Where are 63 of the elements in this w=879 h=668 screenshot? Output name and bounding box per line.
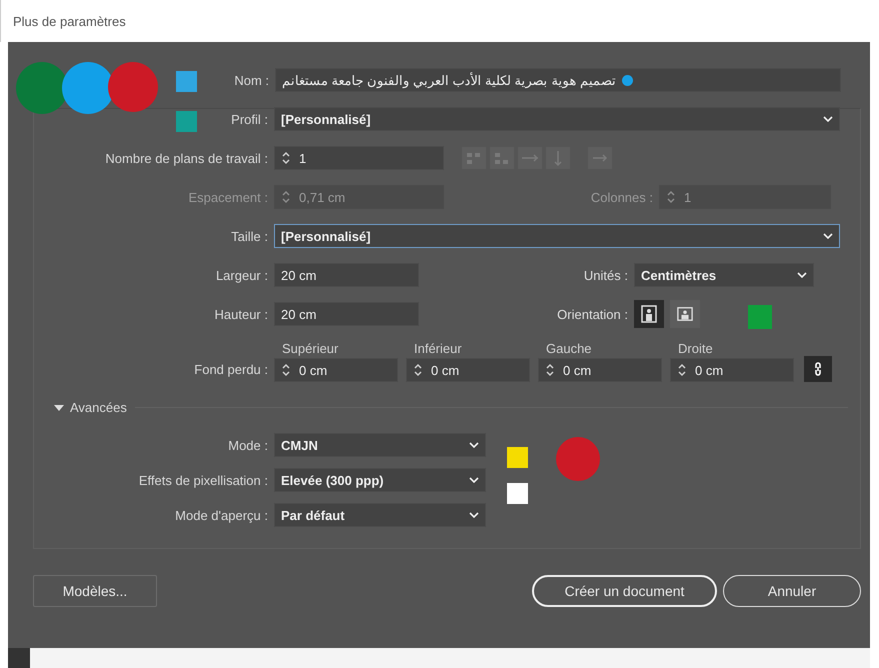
name-field[interactable]: تصميم هوية بصرية لكلية الأدب العربي والفنون جامعة مستغانم: [275, 68, 841, 92]
window-title: Plus de paramètres: [13, 14, 126, 28]
stepper-icon: [281, 150, 291, 166]
stepper-icon: [413, 362, 423, 378]
field-label: Orientation :: [556, 306, 629, 322]
field-label: Colonnes :: [590, 190, 654, 204]
field-caption: Supérieur: [281, 341, 340, 356]
arrow-right-icon[interactable]: [588, 147, 612, 169]
height-field[interactable]: 20 cm: [274, 302, 419, 326]
field-caption: Droite: [677, 341, 714, 356]
triangle-icon: [54, 404, 64, 410]
chevron-icon: [823, 233, 833, 239]
column-layout-icon[interactable]: [546, 147, 570, 169]
field-label: Taille :: [230, 228, 269, 244]
field-label: Mode :: [227, 438, 269, 452]
field-label: Fond perdu :: [193, 361, 269, 379]
row-layout-icon[interactable]: [518, 147, 542, 169]
portrait-button[interactable]: [634, 300, 664, 328]
units-select[interactable]: Centimètres: [634, 263, 814, 287]
portrait-page-icon: [641, 305, 657, 323]
chevron-icon: [469, 512, 479, 518]
landscape-page-icon: [677, 305, 693, 323]
artboard-count-field[interactable]: 1: [274, 146, 444, 170]
dropdown-select[interactable]: Elevée (300 ppp): [274, 468, 486, 492]
size-select[interactable]: [Personnalisé]: [274, 224, 840, 248]
field-label: Nom :: [233, 72, 270, 88]
chevron-icon: [823, 116, 833, 122]
field-label: Mode d'aperçu :: [174, 508, 269, 522]
bleed-field[interactable]: 0 cm: [406, 358, 530, 382]
chevron-icon: [469, 477, 479, 483]
stepper-icon: [281, 362, 291, 378]
stepper-icon: [677, 362, 687, 378]
stepper-icon: [666, 189, 676, 205]
field-label: Nombre de plans de travail :: [104, 150, 269, 166]
field-label: Espacement :: [188, 190, 269, 204]
dropdown-select[interactable]: CMJN: [274, 433, 486, 457]
advanced-toggle[interactable]: Avancées: [54, 400, 127, 415]
chevron-icon: [797, 272, 807, 278]
grid-layout-icon[interactable]: [490, 147, 514, 169]
link-icon: [813, 361, 823, 377]
field-label: Profil :: [230, 112, 269, 126]
bleed-field[interactable]: 0 cm: [274, 358, 398, 382]
field-label: Unités :: [582, 268, 629, 282]
dropdown-select[interactable]: Par défaut: [274, 503, 486, 527]
field-label: Hauteur :: [214, 306, 269, 322]
cancel-button[interactable]: Annuler: [723, 575, 861, 607]
landscape-button[interactable]: [670, 300, 700, 328]
chevron-icon: [469, 442, 479, 448]
field-caption: Gauche: [545, 341, 593, 356]
dot-icon: [622, 74, 633, 86]
grid-layout-icon[interactable]: [462, 147, 486, 169]
width-field[interactable]: 20 cm: [274, 263, 419, 287]
link-button[interactable]: [804, 356, 832, 382]
create-button[interactable]: Créer un document: [532, 575, 717, 607]
templates-button[interactable]: Modèles...: [33, 575, 157, 607]
field-label: Effets de pixellisation :: [138, 472, 269, 488]
stepper-icon: [545, 362, 555, 378]
stepper-icon: [281, 189, 291, 205]
field-caption: Inférieur: [413, 341, 463, 356]
profile-select[interactable]: [Personnalisé]: [274, 107, 840, 131]
field-label: Largeur :: [214, 268, 269, 282]
bleed-field[interactable]: 0 cm: [670, 358, 794, 382]
bleed-field[interactable]: 0 cm: [538, 358, 662, 382]
